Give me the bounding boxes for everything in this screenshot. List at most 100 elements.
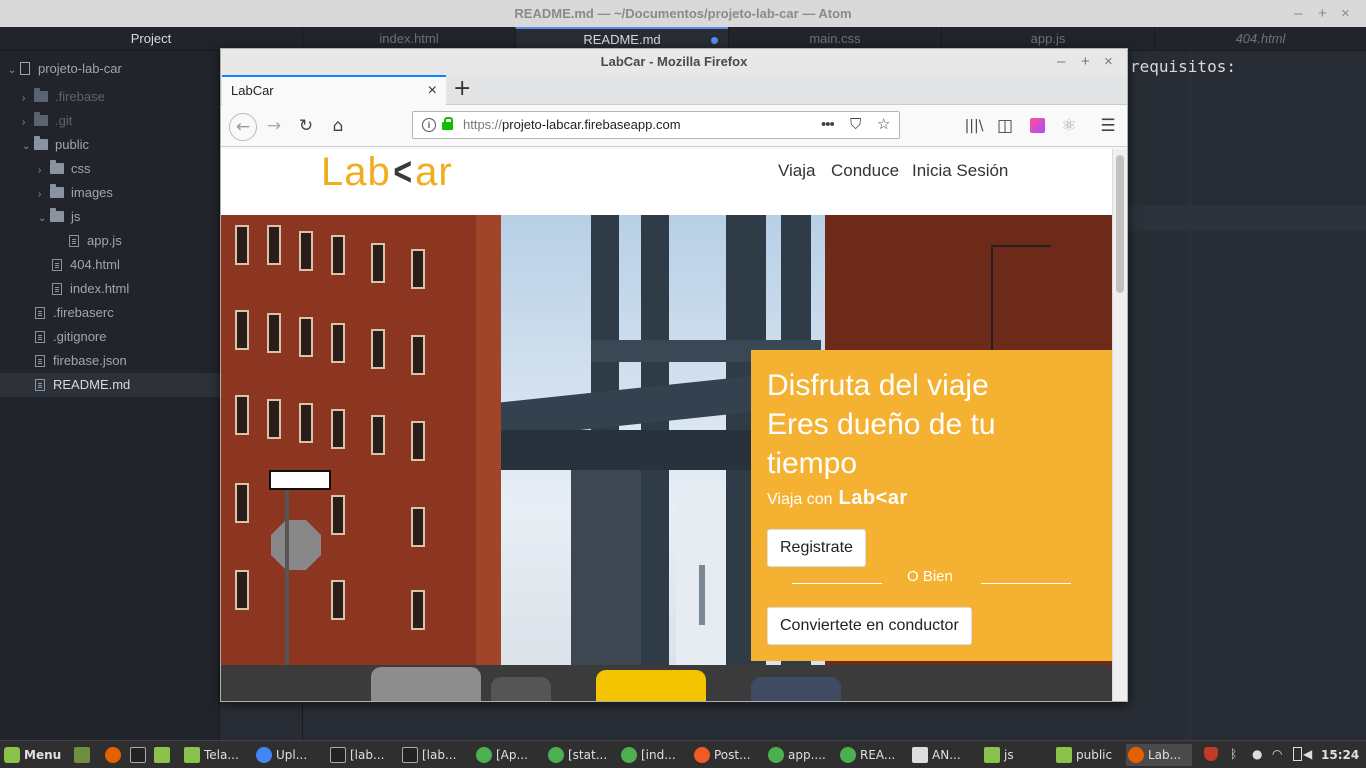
- tree-item-css[interactable]: › css: [38, 157, 91, 181]
- window: [267, 225, 281, 265]
- close-tab-icon[interactable]: ×: [428, 77, 437, 105]
- new-tab-button[interactable]: +: [453, 75, 471, 103]
- taskbar-item[interactable]: app....: [768, 744, 834, 766]
- firefox-titlebar: LabCar - Mozilla Firefox – + ×: [221, 49, 1127, 75]
- star-icon[interactable]: ☆: [877, 112, 890, 138]
- bluetooth-icon[interactable]: ᛒ: [1230, 747, 1244, 761]
- page-actions-button[interactable]: •••: [821, 112, 835, 138]
- tree-item-js[interactable]: ⌄ js: [38, 205, 80, 229]
- tree-item-404[interactable]: 404.html: [52, 253, 120, 277]
- labcar-logo[interactable]: Lab<ar: [321, 149, 453, 195]
- tree-item-label: firebase.json: [53, 353, 127, 368]
- atom-close-button[interactable]: ×: [1341, 0, 1350, 27]
- document-icon: [912, 747, 928, 763]
- page-scrollbar[interactable]: [1112, 149, 1127, 701]
- atom-minimize-button[interactable]: –: [1294, 0, 1302, 27]
- nav-conduce[interactable]: Conduce: [831, 161, 899, 181]
- register-button[interactable]: Registrate: [767, 529, 866, 567]
- tree-item-appjs[interactable]: app.js: [69, 229, 122, 253]
- start-menu-label: Menu: [24, 748, 62, 762]
- menu-icon[interactable]: ☰: [1095, 113, 1121, 139]
- taxi: [596, 670, 706, 701]
- tree-item-images[interactable]: › images: [38, 181, 113, 205]
- atom-maximize-button[interactable]: +: [1318, 0, 1327, 27]
- tree-item-index[interactable]: index.html: [52, 277, 129, 301]
- wifi-icon[interactable]: ◠: [1272, 747, 1286, 761]
- browser-tab-labcar[interactable]: LabCar ×: [222, 75, 446, 105]
- forward-button[interactable]: →: [261, 113, 287, 139]
- taskbar-item[interactable]: js: [984, 744, 1050, 766]
- react-icon[interactable]: ⚛: [1056, 113, 1082, 139]
- taskbar-item[interactable]: [lab...: [402, 744, 468, 766]
- taskbar-item[interactable]: public: [1056, 744, 1122, 766]
- taskbar-item-label: REA...: [860, 748, 896, 762]
- taskbar-item[interactable]: [ind...: [621, 744, 687, 766]
- user-icon[interactable]: ●: [1252, 747, 1266, 761]
- taskbar-item-active[interactable]: Lab...: [1126, 744, 1192, 766]
- info-icon[interactable]: i: [422, 118, 436, 132]
- repo-icon: [20, 62, 30, 75]
- tree-item-firebase[interactable]: › .firebase: [22, 85, 105, 109]
- taskbar-item[interactable]: Upl...: [256, 744, 322, 766]
- scrollbar-thumb[interactable]: [1116, 155, 1124, 293]
- sidebar-icon[interactable]: ◫: [992, 113, 1018, 139]
- nav-inicia-sesion[interactable]: Inicia Sesión: [912, 161, 1008, 181]
- empire-state-building: [699, 565, 705, 625]
- chevron-down-icon: ⌄: [38, 213, 47, 224]
- window: [411, 507, 425, 547]
- editor-text[interactable]: requisitos:: [1130, 57, 1236, 76]
- tree-item-public[interactable]: ⌄ public: [22, 133, 89, 157]
- show-desktop-icon[interactable]: [74, 744, 94, 766]
- tab-label: index.html: [379, 31, 439, 46]
- taskbar-item[interactable]: [Ap...: [476, 744, 542, 766]
- folder-icon: [50, 184, 64, 198]
- pocket-icon[interactable]: ⛉: [850, 112, 861, 138]
- tree-item-firebaserc[interactable]: .firebaserc: [35, 301, 114, 325]
- firefox-tab-strip: LabCar × +: [221, 75, 1127, 105]
- firefox-launcher-icon[interactable]: [105, 744, 125, 766]
- window: [235, 310, 249, 350]
- start-menu-button[interactable]: Menu: [4, 744, 66, 766]
- shield-icon[interactable]: [1204, 747, 1218, 761]
- firefox-close-button[interactable]: ×: [1104, 49, 1113, 75]
- file-icon: [69, 235, 79, 247]
- extension-icon[interactable]: [1024, 113, 1050, 139]
- home-button[interactable]: ⌂: [325, 113, 351, 139]
- tree-item-gitignore[interactable]: .gitignore: [35, 325, 106, 349]
- clock[interactable]: 15:24: [1321, 744, 1361, 766]
- terminal-launcher-icon[interactable]: [130, 744, 150, 766]
- taskbar-item-label: [ind...: [641, 748, 676, 762]
- tree-item-label: 404.html: [70, 257, 120, 272]
- url-protocol: https://: [463, 117, 503, 132]
- tree-item-readme[interactable]: README.md: [0, 373, 220, 397]
- taskbar-item[interactable]: Tela...: [184, 744, 250, 766]
- files-launcher-icon[interactable]: [154, 744, 174, 766]
- reload-button[interactable]: ↻: [293, 113, 319, 139]
- tab-404-html[interactable]: 404.html: [1154, 27, 1366, 51]
- firefox-maximize-button[interactable]: +: [1081, 49, 1090, 75]
- firefox-minimize-button[interactable]: –: [1057, 49, 1065, 75]
- tree-root[interactable]: ⌄ projeto-lab-car: [8, 57, 122, 81]
- tree-item-firebase-json[interactable]: firebase.json: [35, 349, 127, 373]
- url-host: projeto-labcar.firebaseapp.com: [502, 117, 681, 132]
- tree-item-label: README.md: [53, 377, 131, 392]
- taskbar-item[interactable]: AN...: [912, 744, 978, 766]
- window: [267, 313, 281, 353]
- taskbar-item[interactable]: [stat...: [548, 744, 614, 766]
- tree-item-git[interactable]: › .git: [22, 109, 72, 133]
- become-driver-button[interactable]: Conviertete en conductor: [767, 607, 972, 645]
- battery-icon[interactable]: [1293, 747, 1302, 761]
- taskbar-item[interactable]: REA...: [840, 744, 906, 766]
- car: [751, 677, 841, 701]
- chevron-down-icon: ⌄: [8, 65, 17, 76]
- volume-icon[interactable]: ◀: [1303, 747, 1317, 761]
- taskbar-item[interactable]: [lab...: [330, 744, 396, 766]
- tree-item-label: public: [55, 137, 89, 152]
- taskbar-item[interactable]: Post...: [694, 744, 760, 766]
- url-bar[interactable]: i https://projeto-labcar.firebaseapp.com…: [412, 111, 900, 139]
- folder-icon: [34, 88, 48, 102]
- library-icon[interactable]: |||\: [961, 113, 987, 139]
- file-icon: [35, 355, 45, 367]
- back-button[interactable]: ←: [229, 113, 257, 141]
- nav-viaja[interactable]: Viaja: [778, 161, 816, 181]
